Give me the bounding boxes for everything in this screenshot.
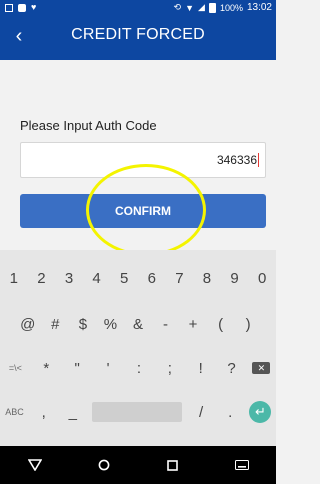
screen: ♥ ⟲ ▼ ◢ 100% 13:02 ‹ CREDIT FORCED Pleas… bbox=[0, 0, 276, 484]
key-4[interactable]: 4 bbox=[87, 270, 107, 287]
backspace-icon: ✕ bbox=[257, 362, 266, 373]
wifi-icon: ▼ bbox=[185, 2, 195, 13]
key-minus[interactable]: - bbox=[156, 316, 176, 333]
system-nav-bar bbox=[0, 446, 276, 484]
keyboard-row-symbols-1: @ # $ % & - + ( ) bbox=[0, 306, 276, 342]
keyboard-icon bbox=[234, 460, 249, 470]
square-recents-icon bbox=[167, 459, 178, 471]
key-slash[interactable]: / bbox=[191, 404, 211, 421]
image-icon bbox=[18, 3, 26, 12]
key-ampersand[interactable]: & bbox=[128, 316, 148, 333]
nav-recents-button[interactable] bbox=[153, 450, 193, 480]
key-period[interactable]: . bbox=[220, 404, 240, 421]
space-key[interactable] bbox=[91, 402, 182, 422]
numeric-keyboard: 1 2 3 4 5 6 7 8 9 0 @ # $ % & - + ( ) =\… bbox=[0, 250, 276, 446]
key-8[interactable]: 8 bbox=[197, 270, 217, 287]
nav-keyboard-button[interactable] bbox=[222, 450, 262, 480]
battery-icon bbox=[208, 2, 216, 13]
battery-percent: 100% bbox=[219, 2, 243, 13]
main-content: Please Input Auth Code 346336 CONFIRM bbox=[0, 60, 276, 250]
key-asterisk[interactable]: * bbox=[36, 360, 56, 377]
key-at[interactable]: @ bbox=[18, 316, 38, 333]
text-cursor bbox=[258, 153, 259, 167]
key-open-paren[interactable]: ( bbox=[211, 316, 231, 333]
key-double-quote[interactable]: " bbox=[67, 360, 87, 377]
confirm-button-label: CONFIRM bbox=[115, 204, 171, 218]
confirm-button[interactable]: CONFIRM bbox=[20, 194, 266, 228]
key-9[interactable]: 9 bbox=[225, 270, 245, 287]
enter-icon: ↵ bbox=[254, 404, 266, 419]
key-7[interactable]: 7 bbox=[169, 270, 189, 287]
key-1[interactable]: 1 bbox=[4, 270, 24, 287]
key-colon[interactable]: : bbox=[129, 360, 149, 377]
key-single-quote[interactable]: ' bbox=[98, 360, 118, 377]
nav-back-button[interactable] bbox=[15, 450, 55, 480]
auth-code-label: Please Input Auth Code bbox=[20, 118, 157, 133]
key-plus[interactable]: + bbox=[183, 316, 203, 333]
keyboard-row-numbers: 1 2 3 4 5 6 7 8 9 0 bbox=[0, 260, 276, 296]
status-bar: ♥ ⟲ ▼ ◢ 100% 13:02 bbox=[0, 0, 276, 18]
sync-icon: ⟲ bbox=[173, 2, 182, 12]
key-comma[interactable]: , bbox=[34, 404, 54, 421]
key-close-paren[interactable]: ) bbox=[238, 316, 258, 333]
key-question[interactable]: ? bbox=[222, 360, 242, 377]
enter-key[interactable]: ↵ bbox=[249, 401, 272, 423]
keyboard-row-bottom: ABC , _ / . ↵ bbox=[0, 394, 276, 430]
signal-icon: ◢ bbox=[198, 2, 205, 12]
key-abc-mode[interactable]: ABC bbox=[5, 407, 25, 417]
triangle-back-icon bbox=[27, 459, 42, 471]
location-icon: ♥ bbox=[31, 2, 37, 12]
clock: 13:02 bbox=[246, 2, 272, 13]
key-hash[interactable]: # bbox=[45, 316, 65, 333]
key-0[interactable]: 0 bbox=[252, 270, 272, 287]
key-dollar[interactable]: $ bbox=[73, 316, 93, 333]
app-header: ‹ CREDIT FORCED bbox=[0, 18, 276, 60]
nav-home-button[interactable] bbox=[84, 450, 124, 480]
key-underscore[interactable]: _ bbox=[63, 404, 83, 421]
page-title: CREDIT FORCED bbox=[71, 26, 205, 43]
status-icons-right: ⟲ ▼ ◢ 100% 13:02 bbox=[174, 2, 272, 13]
backspace-key[interactable]: ✕ bbox=[252, 362, 271, 374]
keyboard-row-symbols-2: =\< * " ' : ; ! ? ✕ bbox=[0, 350, 276, 386]
key-exclamation[interactable]: ! bbox=[191, 360, 211, 377]
notification-icon bbox=[5, 3, 13, 12]
key-semicolon[interactable]: ; bbox=[160, 360, 180, 377]
auth-code-value: 346336 bbox=[216, 153, 257, 167]
key-more-symbols[interactable]: =\< bbox=[5, 363, 25, 373]
key-3[interactable]: 3 bbox=[59, 270, 79, 287]
circle-home-icon bbox=[98, 459, 109, 471]
key-5[interactable]: 5 bbox=[114, 270, 134, 287]
key-2[interactable]: 2 bbox=[31, 270, 51, 287]
key-6[interactable]: 6 bbox=[142, 270, 162, 287]
status-icons-left: ♥ bbox=[5, 3, 36, 12]
key-percent[interactable]: % bbox=[100, 316, 120, 333]
auth-code-input[interactable]: 346336 bbox=[20, 142, 266, 178]
